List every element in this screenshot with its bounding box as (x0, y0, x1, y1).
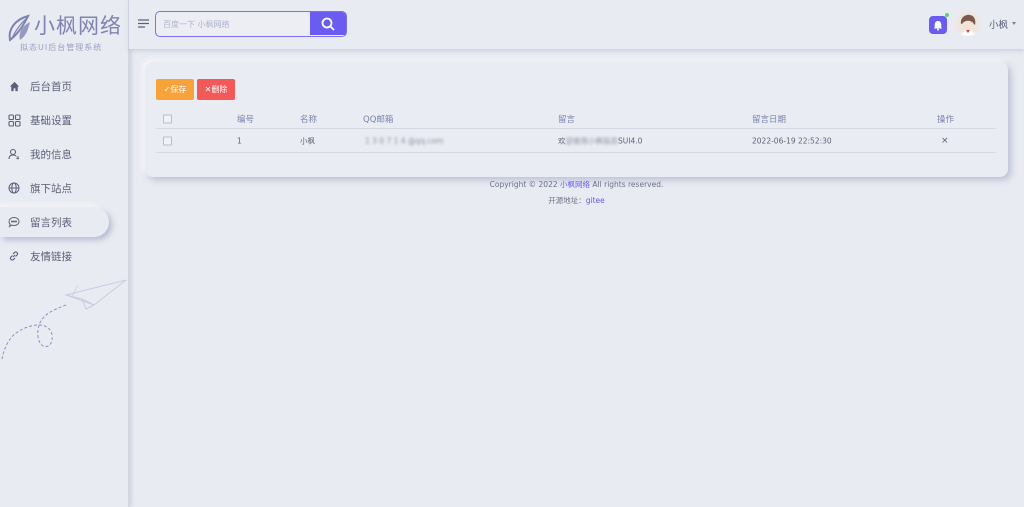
message-card: ✓保存 ✕删除 编号 名称 QQ邮箱 留言 留言日期 操作 1 小枫 1 3 0… (145, 62, 1008, 177)
notification-button[interactable] (929, 16, 947, 34)
search-button[interactable] (310, 12, 346, 35)
select-all-checkbox[interactable] (163, 114, 172, 123)
cell-name: 小枫 (300, 136, 315, 145)
top-header: 小枫 (129, 0, 1024, 49)
delete-button[interactable]: ✕删除 (197, 79, 235, 100)
source-label: 开源地址： (548, 196, 586, 205)
message-suffix: SUI4.0 (618, 136, 643, 145)
copyright-prefix: Copyright © 2022 (489, 180, 558, 189)
column-header[interactable]: 留言 (558, 113, 575, 125)
save-button[interactable]: ✓保存 (156, 79, 194, 100)
avatar[interactable] (956, 12, 980, 36)
sidebar-nav: 后台首页 基础设置 我的信息 旗下站点 留言列表 友情链接 (0, 71, 129, 275)
chat-icon (7, 215, 21, 229)
column-header[interactable]: QQ邮箱 (363, 113, 393, 125)
messages-table: 编号 名称 QQ邮箱 留言 留言日期 操作 1 小枫 1 3 0 7 1 4 @… (156, 109, 996, 153)
avatar-image (956, 12, 980, 36)
chevron-down-icon[interactable] (1012, 22, 1016, 25)
sidebar-item-label: 旗下站点 (30, 182, 72, 195)
sidebar-item-sites[interactable]: 旗下站点 (0, 173, 129, 203)
sidebar-item-profile[interactable]: 我的信息 (0, 139, 129, 169)
logo[interactable]: 小枫网络 拟态UI后台管理系统 (6, 10, 126, 55)
cell-message: 欢迎使用小枫拟态SUI4.0 (558, 135, 642, 146)
notification-dot (945, 13, 949, 17)
column-header[interactable]: 操作 (937, 113, 954, 125)
sidebar-item-messages[interactable]: 留言列表 (0, 207, 109, 237)
row-checkbox[interactable] (163, 136, 172, 145)
table-row: 1 小枫 1 3 0 7 1 4 @qq.com 欢迎使用小枫拟态SUI4.0 … (156, 129, 996, 153)
cell-email: 1 3 0 7 1 4 @qq.com (365, 136, 444, 145)
gitee-link[interactable]: gitee (586, 196, 605, 205)
source-info: 开源地址：gitee (129, 195, 1024, 206)
bell-icon (933, 20, 943, 31)
search-input[interactable] (156, 13, 284, 36)
sidebar-item-links[interactable]: 友情链接 (0, 241, 129, 271)
sidebar-item-label: 友情链接 (30, 250, 72, 263)
brand-subtitle: 拟态UI后台管理系统 (20, 43, 103, 52)
brand-title: 小枫网络 (34, 14, 122, 38)
user-icon (7, 147, 21, 161)
link-icon (7, 249, 21, 263)
paper-plane-decoration (1, 279, 127, 360)
delete-row-icon[interactable]: × (941, 136, 949, 146)
home-icon (7, 79, 21, 93)
sidebar-item-label: 留言列表 (30, 216, 72, 229)
grid-icon (7, 113, 21, 127)
leaf-logo-icon (8, 14, 30, 42)
column-header[interactable]: 编号 (237, 113, 254, 125)
sidebar: 小枫网络 拟态UI后台管理系统 后台首页 基础设置 我的信息 旗下站点 留言列表… (0, 0, 129, 507)
copyright-suffix: All rights reserved. (592, 180, 664, 189)
column-header[interactable]: 留言日期 (752, 113, 786, 125)
sidebar-item-settings[interactable]: 基础设置 (0, 105, 129, 135)
menu-toggle-icon[interactable] (138, 18, 149, 29)
brand-link[interactable]: 小枫网络 (560, 180, 590, 189)
search-icon (321, 17, 335, 31)
cell-id: 1 (237, 136, 242, 145)
search-box (155, 11, 347, 37)
message-blurred: 迎使用小枫拟态 (565, 136, 619, 145)
column-header[interactable]: 名称 (300, 113, 317, 125)
sidebar-item-label: 基础设置 (30, 114, 72, 127)
table-header-row: 编号 名称 QQ邮箱 留言 留言日期 操作 (156, 109, 996, 129)
sidebar-item-label: 后台首页 (30, 80, 72, 93)
copyright: Copyright © 2022 小枫网络 All rights reserve… (129, 179, 1024, 190)
globe-icon (7, 181, 21, 195)
username[interactable]: 小枫 (989, 17, 1008, 31)
message-prefix: 欢 (558, 136, 566, 145)
sidebar-item-label: 我的信息 (30, 148, 72, 161)
cell-date: 2022-06-19 22:52:30 (752, 136, 832, 145)
sidebar-item-home[interactable]: 后台首页 (0, 71, 129, 101)
